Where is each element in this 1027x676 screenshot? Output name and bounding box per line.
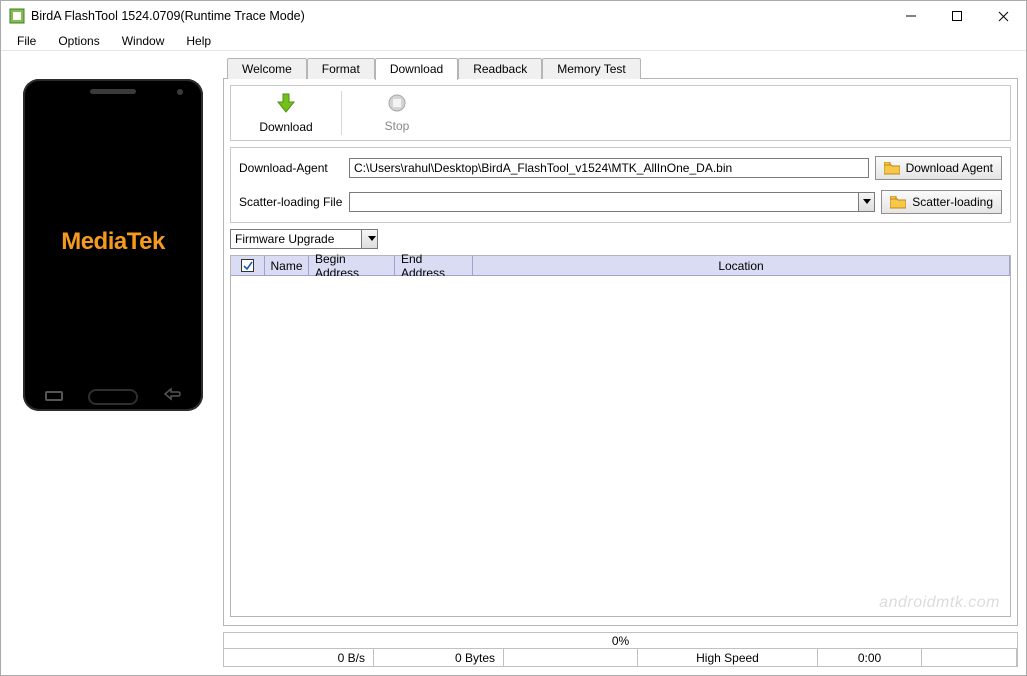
phone-home-icon <box>88 389 138 405</box>
scatter-combo[interactable] <box>349 192 875 212</box>
tab-format[interactable]: Format <box>307 58 375 79</box>
folder-icon <box>890 196 906 209</box>
status-time: 0:00 <box>818 649 922 666</box>
da-label: Download-Agent <box>239 161 343 175</box>
status-spare <box>922 649 1017 666</box>
tab-memorytest[interactable]: Memory Test <box>542 58 640 79</box>
tab-welcome[interactable]: Welcome <box>227 58 307 79</box>
maximize-button[interactable] <box>934 1 980 31</box>
da-browse-label: Download Agent <box>906 161 993 175</box>
checkbox-checked-icon <box>241 259 254 272</box>
watermark-text: androidmtk.com <box>879 594 1000 612</box>
da-browse-button[interactable]: Download Agent <box>875 156 1002 180</box>
titlebar: BirdA FlashTool 1524.0709(Runtime Trace … <box>1 1 1026 31</box>
status-area: 0% 0 B/s 0 Bytes High Speed 0:00 <box>223 632 1018 667</box>
status-speed: High Speed <box>638 649 818 666</box>
col-name[interactable]: Name <box>265 256 309 275</box>
menu-help[interactable]: Help <box>176 32 221 50</box>
col-end[interactable]: End Address <box>395 256 473 275</box>
phone-illustration: BM MediaTek <box>23 79 203 411</box>
tabstrip: Welcome Format Download Readback Memory … <box>223 57 1018 79</box>
menu-window[interactable]: Window <box>112 32 175 50</box>
status-usb <box>504 649 638 666</box>
download-label: Download <box>259 120 312 134</box>
progress-text: 0% <box>612 634 629 648</box>
download-button[interactable]: Download <box>231 86 341 140</box>
status-bytes: 0 Bytes <box>374 649 504 666</box>
left-sidebar: BM MediaTek <box>9 57 217 667</box>
col-location[interactable]: Location <box>473 256 1010 275</box>
phone-brand-label: MediaTek <box>61 228 165 256</box>
phone-menu-icon <box>45 391 63 401</box>
status-row: 0 B/s 0 Bytes High Speed 0:00 <box>223 649 1018 667</box>
minimize-button[interactable] <box>888 1 934 31</box>
partition-table: Name Begin Address End Address Location … <box>230 255 1011 617</box>
download-arrow-icon <box>275 92 297 117</box>
stop-label: Stop <box>385 119 410 133</box>
status-rate: 0 B/s <box>224 649 374 666</box>
app-icon <box>9 8 25 24</box>
stop-icon <box>387 93 407 116</box>
menubar: File Options Window Help <box>1 31 1026 51</box>
window-controls <box>888 1 1026 31</box>
scatter-browse-label: Scatter-loading <box>912 195 993 209</box>
main-pane: Welcome Format Download Readback Memory … <box>223 57 1018 667</box>
tab-panel: Download Stop Download-Agent <box>223 79 1018 626</box>
menu-options[interactable]: Options <box>48 32 109 50</box>
chevron-down-icon <box>858 193 874 211</box>
tab-readback[interactable]: Readback <box>458 58 542 79</box>
window-title: BirdA FlashTool 1524.0709(Runtime Trace … <box>31 9 888 23</box>
file-fields-group: Download-Agent Download Agent Scatter-lo… <box>230 147 1011 223</box>
col-checkbox[interactable] <box>231 256 265 275</box>
tab-download[interactable]: Download <box>375 58 458 80</box>
close-button[interactable] <box>980 1 1026 31</box>
table-body: androidmtk.com <box>231 276 1010 616</box>
phone-back-icon <box>161 387 181 401</box>
folder-icon <box>884 162 900 175</box>
stop-button[interactable]: Stop <box>342 86 452 140</box>
scatter-label: Scatter-loading File <box>239 195 343 209</box>
menu-file[interactable]: File <box>7 32 46 50</box>
da-input[interactable] <box>349 158 869 178</box>
chevron-down-icon <box>361 230 377 248</box>
progress-bar: 0% <box>223 632 1018 649</box>
mode-value: Firmware Upgrade <box>231 232 334 246</box>
table-header: Name Begin Address End Address Location <box>231 256 1010 276</box>
toolbar: Download Stop <box>230 85 1011 141</box>
app-window: BirdA FlashTool 1524.0709(Runtime Trace … <box>0 0 1027 676</box>
col-begin[interactable]: Begin Address <box>309 256 395 275</box>
scatter-browse-button[interactable]: Scatter-loading <box>881 190 1002 214</box>
mode-combo[interactable]: Firmware Upgrade <box>230 229 378 249</box>
